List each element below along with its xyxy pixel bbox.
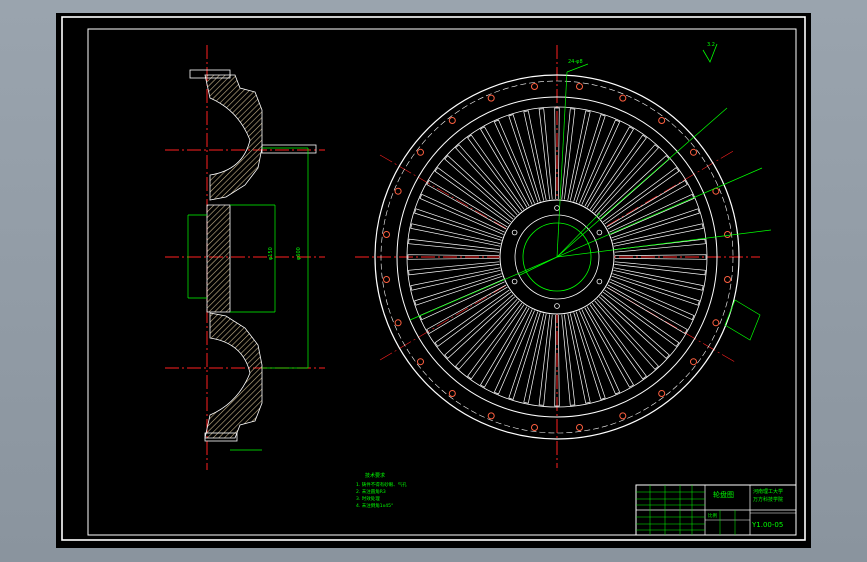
bolt-hole (619, 94, 627, 102)
hub-hole (554, 303, 560, 309)
blade (480, 306, 530, 388)
drawing-number: Y1.00-05 (751, 521, 783, 529)
blade (611, 208, 700, 241)
hub-hole (554, 205, 560, 211)
bolt-hole (576, 83, 583, 90)
tech-item-1: 1. 铸件不得有砂眼、气孔 (356, 481, 407, 488)
hub-hole (511, 278, 518, 285)
blade (611, 273, 700, 306)
tech-requirements: 技术要求 1. 铸件不得有砂眼、气孔 2. 未注圆角R3 3. 时效处理 4. … (356, 472, 407, 509)
blade (573, 114, 606, 203)
section-body-lower (204, 312, 263, 439)
blade (414, 208, 503, 241)
roughness-value: 3.2 (707, 42, 715, 48)
bolt-hole (394, 187, 402, 195)
blade (606, 180, 688, 230)
bolt-hole (724, 276, 731, 283)
bolt-hole (531, 424, 538, 431)
blade (614, 238, 706, 253)
bolt-hole (448, 390, 456, 397)
bolt-hole (487, 412, 495, 420)
drawing-name: 轮盘图 (713, 490, 734, 499)
bolt-hole (417, 358, 424, 366)
school-line-1: 河南理工大学 (753, 488, 783, 495)
bolt-hole (724, 231, 731, 238)
section-body-upper (204, 74, 263, 201)
bolt-hole (658, 390, 666, 397)
bolt-hole-note: 24-φ8 (568, 59, 583, 65)
blade (426, 180, 508, 230)
blade (561, 314, 576, 406)
bolt-hole (487, 94, 495, 102)
bolt-hole (690, 148, 697, 156)
detail-box (724, 299, 761, 341)
bolt-hole (383, 231, 390, 238)
blade (614, 261, 706, 276)
blade (408, 238, 500, 253)
bolt-hole (417, 148, 424, 156)
bolt-hole (712, 319, 720, 327)
bolt-hole (619, 412, 627, 420)
dim-text-inner: φ150 (268, 247, 274, 260)
sheet-inner-frame (87, 28, 797, 536)
scale-label: 比例 (708, 512, 717, 519)
tech-item-2: 2. 未注圆角R3 (356, 488, 386, 495)
side-section-view: φ600 φ150 (165, 45, 325, 470)
hub-hole (596, 278, 603, 285)
blade (508, 311, 541, 400)
blade (414, 273, 503, 306)
blade (480, 126, 530, 208)
tech-heading: 技术要求 (365, 472, 385, 479)
hub-hole (596, 229, 603, 236)
section-hub (206, 204, 231, 313)
blade (561, 108, 576, 200)
bolt-hole (448, 117, 456, 124)
bolt-hole (658, 117, 666, 124)
sheet-outer-frame (61, 16, 806, 541)
blade (426, 284, 508, 334)
cad-canvas[interactable]: φ600 φ150 24-φ8 3.2 技术要求 1. 铸件不得有砂眼、气孔 2… (56, 13, 811, 548)
blade (606, 284, 688, 334)
blade (573, 311, 606, 400)
blade (508, 114, 541, 203)
title-block: 轮盘图 河南理工大学 万方科技学院 比例 Y1.00-05 (635, 484, 797, 536)
bolt-hole (394, 319, 402, 327)
hub-hole (511, 229, 518, 236)
dim-text-outer: φ600 (296, 247, 302, 260)
blade (584, 306, 634, 388)
blade (584, 126, 634, 208)
front-wheel-view: 24-φ8 3.2 (355, 42, 772, 468)
tech-item-4: 4. 未注倒角1x45° (356, 502, 393, 509)
school-line-2: 万方科技学院 (753, 496, 783, 503)
blade (538, 314, 553, 406)
bolt-hole (383, 276, 390, 283)
blade (538, 108, 553, 200)
tech-item-3: 3. 时效处理 (356, 495, 380, 502)
bolt-hole (531, 83, 538, 90)
cad-drawing-viewport[interactable]: φ600 φ150 24-φ8 3.2 技术要求 1. 铸件不得有砂眼、气孔 2… (56, 13, 811, 548)
blade (408, 261, 500, 276)
bolt-hole (690, 358, 697, 366)
bolt-hole (576, 424, 583, 431)
